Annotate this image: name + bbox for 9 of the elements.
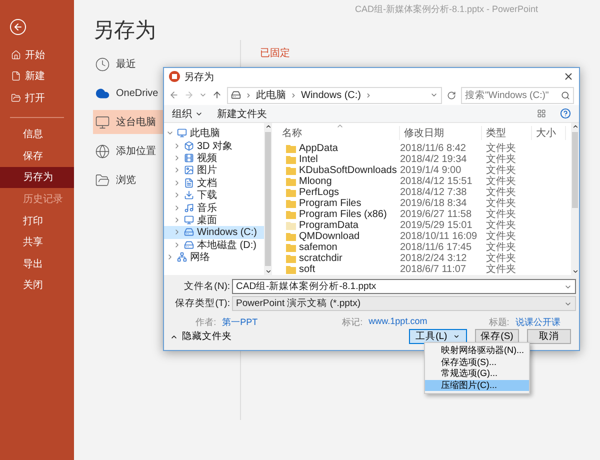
dialog-title: 另存为: [184, 70, 215, 84]
field-label: 保存类型(T):: [174, 297, 231, 310]
field-label: 文件名(N):: [183, 280, 231, 293]
meta-label: 作者:: [194, 316, 218, 329]
meta-label: 标记:: [341, 316, 364, 329]
section-heading: 已固定: [260, 46, 290, 60]
page-title: 另存为: [93, 18, 157, 44]
meta-label: 标题:: [488, 316, 510, 329]
window-title: CAD组-新媒体案例分析-8.1.pptx - PowerPoint: [354, 3, 538, 16]
